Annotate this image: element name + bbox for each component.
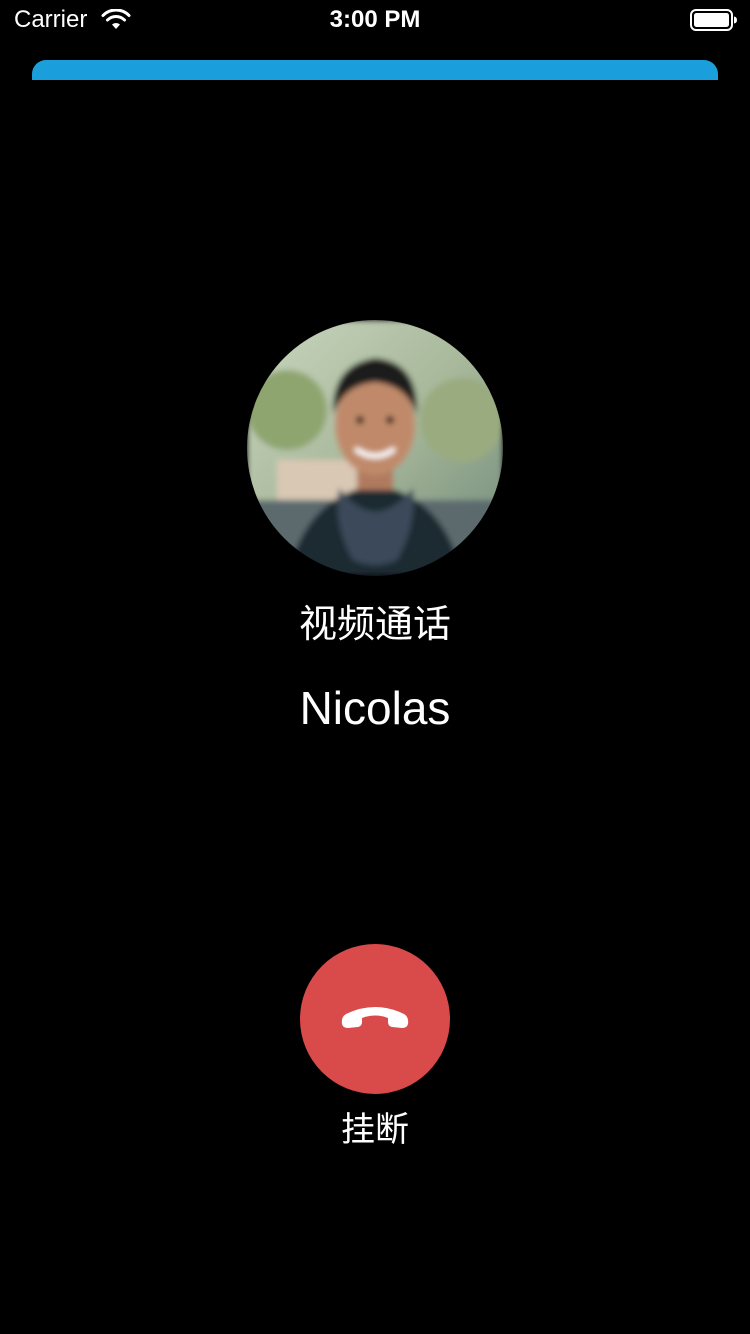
caller-avatar [247, 320, 503, 576]
caller-name: Nicolas [299, 682, 451, 734]
top-banner [32, 60, 718, 80]
hangup-label: 挂断 [341, 1110, 409, 1150]
battery-icon [690, 9, 737, 31]
video-call-screen: Carrier 3:00 PM 视频通话 Nicolas 挂断 [0, 0, 750, 1334]
person-avatar-icon [247, 320, 503, 576]
phone-hangup-icon [341, 1007, 409, 1028]
call-type-label: 视频通话 [298, 602, 451, 646]
clock: 3:00 PM [329, 6, 421, 33]
status-bar: Carrier 3:00 PM [0, 0, 750, 40]
hangup-button[interactable] [300, 944, 450, 1094]
